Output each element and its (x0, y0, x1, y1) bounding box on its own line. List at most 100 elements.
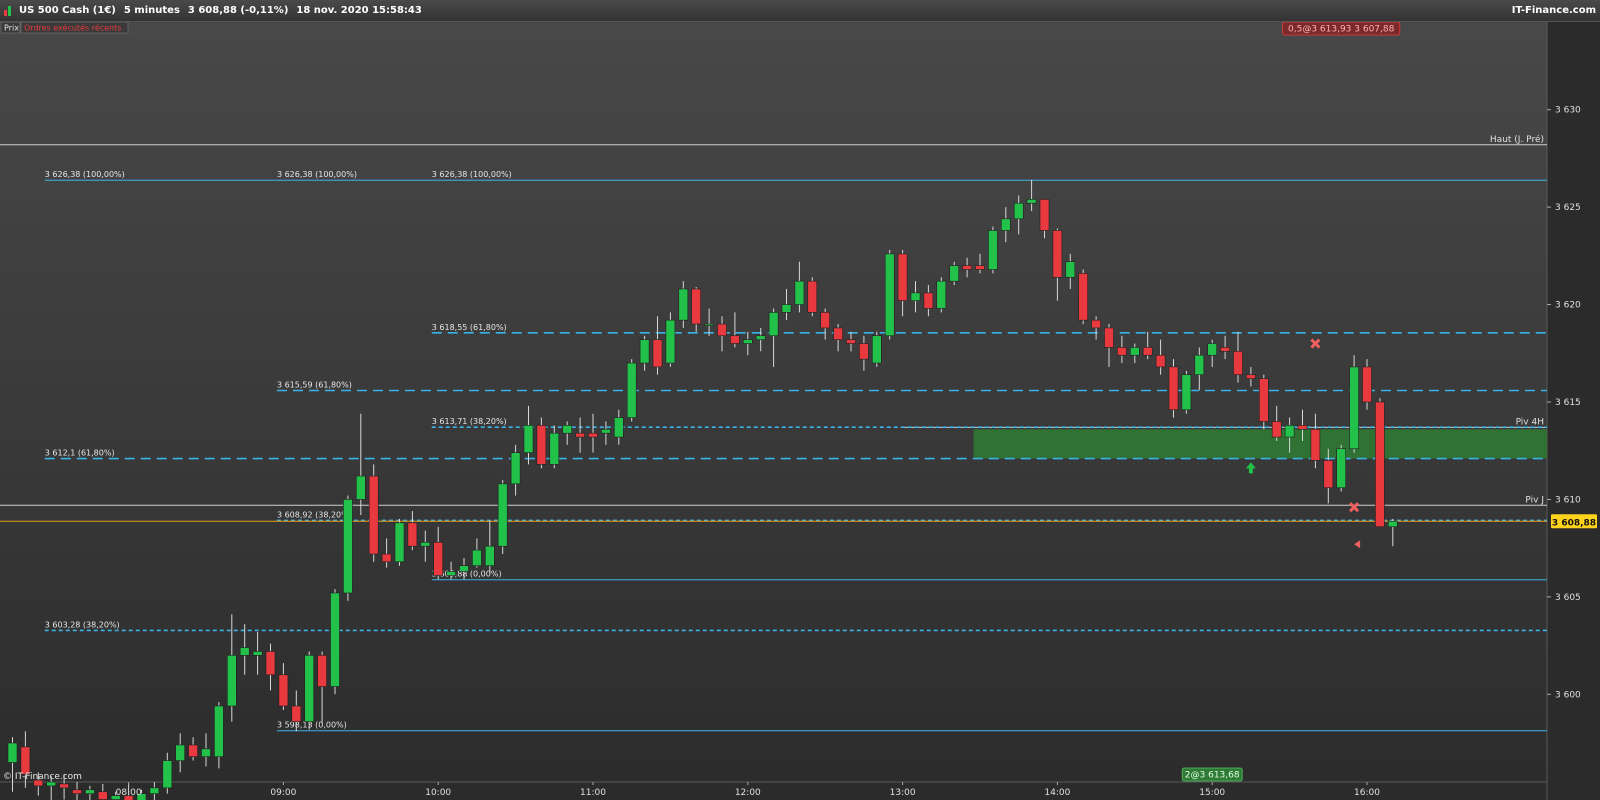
fib-level-label: 3 626,38 (100,00%) (277, 170, 357, 179)
candle[interactable] (536, 417, 547, 469)
candle-body (1078, 273, 1088, 321)
candle-body (936, 280, 947, 309)
chart-bars-icon (4, 5, 11, 16)
candle[interactable] (1181, 370, 1192, 414)
candle[interactable] (1375, 398, 1385, 528)
candle-body (691, 288, 702, 325)
fib-level-label: 3 608,92 (38,20%) (277, 510, 352, 519)
brand-name: IT-Finance.com (1511, 5, 1596, 16)
reference-line-label: Piv 4H (1516, 417, 1544, 427)
tab-price[interactable]: Prix (4, 24, 19, 33)
y-tick-label: 3 625 (1555, 203, 1581, 213)
candle-body (1349, 366, 1359, 450)
candle-body (1323, 460, 1334, 489)
fib-level-label: 3 626,38 (100,00%) (45, 170, 125, 179)
candle[interactable] (988, 226, 998, 274)
panel-tabs: Prix Ordres exécutés récents (0, 22, 129, 34)
candle[interactable] (304, 651, 315, 730)
candle[interactable] (394, 518, 405, 566)
candle-body (175, 744, 185, 761)
candle-body (897, 253, 908, 301)
candle-body (46, 781, 57, 787)
timestamp: 18 nov. 2020 15:58:43 (296, 5, 422, 16)
candle-body (304, 655, 315, 722)
fib-level-label: 3 612,1 (61,80%) (45, 449, 115, 458)
candle-body (575, 432, 585, 438)
candle[interactable] (871, 331, 882, 367)
candle[interactable] (1078, 269, 1088, 325)
x-tick-label: 15:00 (1199, 788, 1225, 798)
candle-body (923, 292, 934, 309)
candle[interactable] (1336, 444, 1346, 492)
candle[interactable] (936, 277, 947, 313)
window-titlebar: US 500 Cash (1€) 5 minutes 3 608,88 (-0,… (0, 0, 1600, 22)
candle-body (420, 542, 431, 547)
candle[interactable] (1259, 374, 1269, 430)
candle-body (446, 571, 456, 576)
candle-body (7, 742, 18, 763)
candle-body (742, 339, 753, 344)
candle-body (717, 323, 727, 337)
candle-body (626, 362, 637, 418)
candle-body (704, 323, 714, 326)
candle-body (368, 475, 379, 555)
candle-body (1117, 347, 1127, 356)
candle-body (975, 265, 985, 270)
candle-body (85, 789, 95, 794)
candle-body (227, 655, 237, 707)
candle-body (497, 483, 508, 547)
candle-body (472, 549, 482, 566)
candle-body (833, 327, 843, 340)
candle-body (1388, 520, 1398, 528)
candle-body (1142, 347, 1153, 356)
candle-body (884, 253, 895, 337)
candle-body (549, 432, 560, 465)
candle-body (1297, 425, 1308, 430)
candle[interactable] (343, 495, 353, 601)
candle-body (1194, 354, 1205, 376)
candle[interactable] (1362, 359, 1372, 410)
y-tick-label: 3 630 (1555, 106, 1581, 116)
candle-body (910, 292, 921, 301)
timeframe[interactable]: 5 minutes (124, 5, 180, 16)
candle-body (98, 791, 108, 800)
last-quote: 3 608,88 (-0,11%) (187, 5, 289, 16)
candle[interactable] (330, 589, 340, 695)
x-tick-label: 08:00 (116, 788, 142, 798)
x-tick-label: 14:00 (1044, 788, 1070, 798)
y-tick-label: 3 620 (1555, 301, 1581, 311)
order-badge-sell[interactable]: 0,5@3 613,93 3 607,88 (1282, 22, 1401, 36)
candle-body (484, 545, 495, 566)
candle[interactable] (807, 277, 818, 317)
highlight-zone (973, 429, 1547, 459)
candle-body (601, 428, 611, 434)
reference-line-label: Haut (J. Pré) (1490, 134, 1544, 145)
candle-body (59, 783, 69, 789)
candle[interactable] (497, 479, 508, 554)
price-chart[interactable]: Prix Ordres exécutés récents Haut (J. Pr… (0, 22, 1600, 800)
time-axis-panel (0, 782, 1547, 800)
y-tick-label: 3 605 (1555, 593, 1581, 603)
candle-body (201, 748, 211, 757)
candle[interactable] (884, 250, 895, 340)
candle-body (768, 312, 779, 337)
candle[interactable] (665, 312, 676, 367)
candle-body (1130, 347, 1140, 356)
candle[interactable] (1349, 355, 1359, 453)
candle-body (1336, 448, 1346, 489)
candle-body (459, 565, 469, 572)
candle-body (162, 760, 173, 789)
reference-line-label: Piv J (1525, 495, 1544, 505)
candle[interactable] (1168, 359, 1179, 418)
candle-body (1246, 374, 1256, 379)
candle-body (1168, 366, 1179, 411)
candle-body (588, 432, 598, 438)
candle-body (72, 789, 82, 794)
tab-recent-orders[interactable]: Ordres exécutés récents (24, 23, 121, 33)
candle[interactable] (626, 359, 637, 422)
order-badge-buy[interactable]: 2@3 613,68 (1181, 767, 1243, 782)
candle[interactable] (368, 464, 379, 562)
candle-body (536, 425, 547, 465)
candle-body (317, 655, 327, 687)
watermark: © IT-Finance.com (3, 772, 82, 782)
